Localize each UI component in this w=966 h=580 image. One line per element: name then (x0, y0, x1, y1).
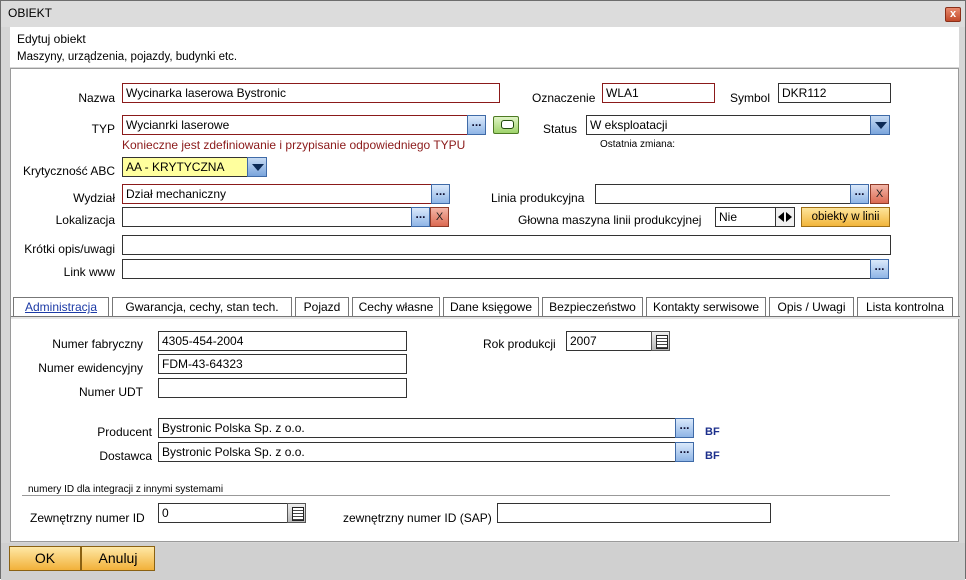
nazwa-label: Nazwa (78, 91, 115, 105)
typ-browse-button[interactable]: ... (467, 115, 486, 135)
dostawca-bf-link[interactable]: BF (705, 450, 720, 462)
tab-divider (11, 316, 960, 319)
linia-clear-button[interactable]: X (870, 184, 889, 204)
header-title: Edytuj obiekt (17, 32, 86, 46)
cancel-button[interactable]: Anuluj (81, 546, 155, 571)
dostawca-label: Dostawca (99, 449, 152, 463)
symbol-label: Symbol (730, 91, 771, 105)
oznaczenie-label: Oznaczenie (532, 91, 596, 105)
ostatnia-zmiana-label: Ostatnia zmiana: (600, 139, 676, 150)
glowna-label: Głowna maszyna linii produkcyjnej (518, 213, 702, 227)
header-subtitle: Maszyny, urządzenia, pojazdy, budynki et… (17, 51, 238, 63)
linia-input[interactable] (595, 184, 851, 204)
linia-browse-button[interactable]: ... (850, 184, 869, 204)
tab-gwarancja[interactable]: Gwarancja, cechy, stan tech. (112, 297, 292, 317)
section-separator (22, 495, 890, 496)
lokalizacja-input[interactable] (122, 207, 412, 227)
tab-pojazd[interactable]: Pojazd (295, 297, 349, 317)
opis-label: Krótki opis/uwagi (24, 242, 115, 256)
dialog-header: Edytuj obiekt Maszyny, urządzenia, pojaz… (10, 27, 959, 67)
nr-fabryczny-input[interactable]: 4305-454-2004 (158, 331, 407, 351)
status-dropdown-button[interactable] (870, 115, 890, 135)
lokalizacja-browse-button[interactable]: ... (411, 207, 430, 227)
status-label: Status (543, 122, 578, 136)
lokalizacja-clear-button[interactable]: X (430, 207, 449, 227)
krytycznosc-label: Krytyczność ABC (22, 164, 115, 178)
status-select[interactable]: W eksploatacji (586, 115, 871, 135)
nr-fabryczny-label: Numer fabryczny (52, 337, 143, 351)
wydzial-label: Wydział (73, 191, 115, 205)
nr-udt-label: Numer UDT (78, 385, 143, 399)
zewnetrzny-id-input[interactable]: 0 (158, 503, 288, 523)
tab-opis-uwagi[interactable]: Opis / Uwagi (769, 297, 854, 317)
glowna-select[interactable]: Nie (715, 207, 776, 227)
glowna-toggle-icon[interactable] (775, 207, 795, 227)
tab-bar: Administracja Gwarancja, cechy, stan tec… (11, 297, 960, 318)
calendar-icon[interactable] (287, 503, 306, 523)
oznaczenie-input[interactable]: WLA1 (602, 83, 715, 103)
nr-ewidencyjny-input[interactable]: FDM-43-64323 (158, 354, 407, 374)
krytycznosc-dropdown-button[interactable] (247, 157, 267, 177)
title-bar: OBIEKT x (1, 1, 965, 27)
lokalizacja-label: Lokalizacja (55, 213, 115, 227)
close-button[interactable]: x (945, 7, 961, 22)
nazwa-input[interactable]: Wycinarka laserowa Bystronic (122, 83, 500, 103)
tab-kontakty-serwisowe[interactable]: Kontakty serwisowe (646, 297, 766, 317)
producent-bf-link[interactable]: BF (705, 426, 720, 438)
object-dialog: OBIEKT x Edytuj obiekt Maszyny, urządzen… (0, 0, 966, 580)
typ-input[interactable]: Wycianrki laserowe (122, 115, 468, 135)
tab-cechy-wlasne[interactable]: Cechy własne (352, 297, 440, 317)
link-input[interactable] (122, 259, 871, 279)
comment-icon[interactable] (493, 116, 519, 134)
tab-bezpieczenstwo[interactable]: Bezpieczeństwo (542, 297, 643, 317)
window-title: OBIEKT (8, 6, 53, 20)
link-browse-button[interactable]: ... (870, 259, 889, 279)
producent-browse-button[interactable]: ... (675, 418, 694, 438)
opis-input[interactable] (122, 235, 891, 255)
form-panel: Nazwa Wycinarka laserowa Bystronic Oznac… (10, 68, 960, 542)
producent-input[interactable]: Bystronic Polska Sp. z o.o. (158, 418, 676, 438)
krytycznosc-select[interactable]: AA - KRYTYCZNA (122, 157, 248, 177)
symbol-input[interactable]: DKR112 (778, 83, 891, 103)
dialog-footer: OK Anuluj (1, 543, 965, 580)
rok-produkcji-input[interactable]: 2007 (566, 331, 652, 351)
tab-administracja[interactable]: Administracja (13, 297, 109, 318)
nr-udt-input[interactable] (158, 378, 407, 398)
link-label: Link www (63, 265, 115, 279)
typ-warning: Konieczne jest zdefiniowanie i przypisan… (122, 138, 466, 152)
tab-lista-kontrolna[interactable]: Lista kontrolna (857, 297, 953, 317)
linia-label: Linia produkcyjna (491, 191, 585, 205)
nr-ewidencyjny-label: Numer ewidencyjny (38, 361, 143, 375)
zewnetrzny-id-label: Zewnętrzny numer ID (30, 511, 145, 525)
zewnetrzny-sap-input[interactable] (497, 503, 771, 523)
dostawca-input[interactable]: Bystronic Polska Sp. z o.o. (158, 442, 676, 462)
integracja-label: numery ID dla integracji z innymi system… (28, 484, 224, 495)
zewnetrzny-sap-label: zewnętrzny numer ID (SAP) (343, 511, 492, 525)
typ-label: TYP (91, 122, 115, 136)
calendar-icon[interactable] (651, 331, 670, 351)
wydzial-browse-button[interactable]: ... (431, 184, 450, 204)
ok-button[interactable]: OK (9, 546, 81, 571)
dostawca-browse-button[interactable]: ... (675, 442, 694, 462)
obiekty-w-linii-button[interactable]: obiekty w linii (801, 207, 890, 227)
wydzial-input[interactable]: Dział mechaniczny (122, 184, 432, 204)
rok-produkcji-label: Rok produkcji (483, 337, 556, 351)
producent-label: Producent (97, 425, 152, 439)
tab-dane-ksiegowe[interactable]: Dane księgowe (443, 297, 539, 317)
